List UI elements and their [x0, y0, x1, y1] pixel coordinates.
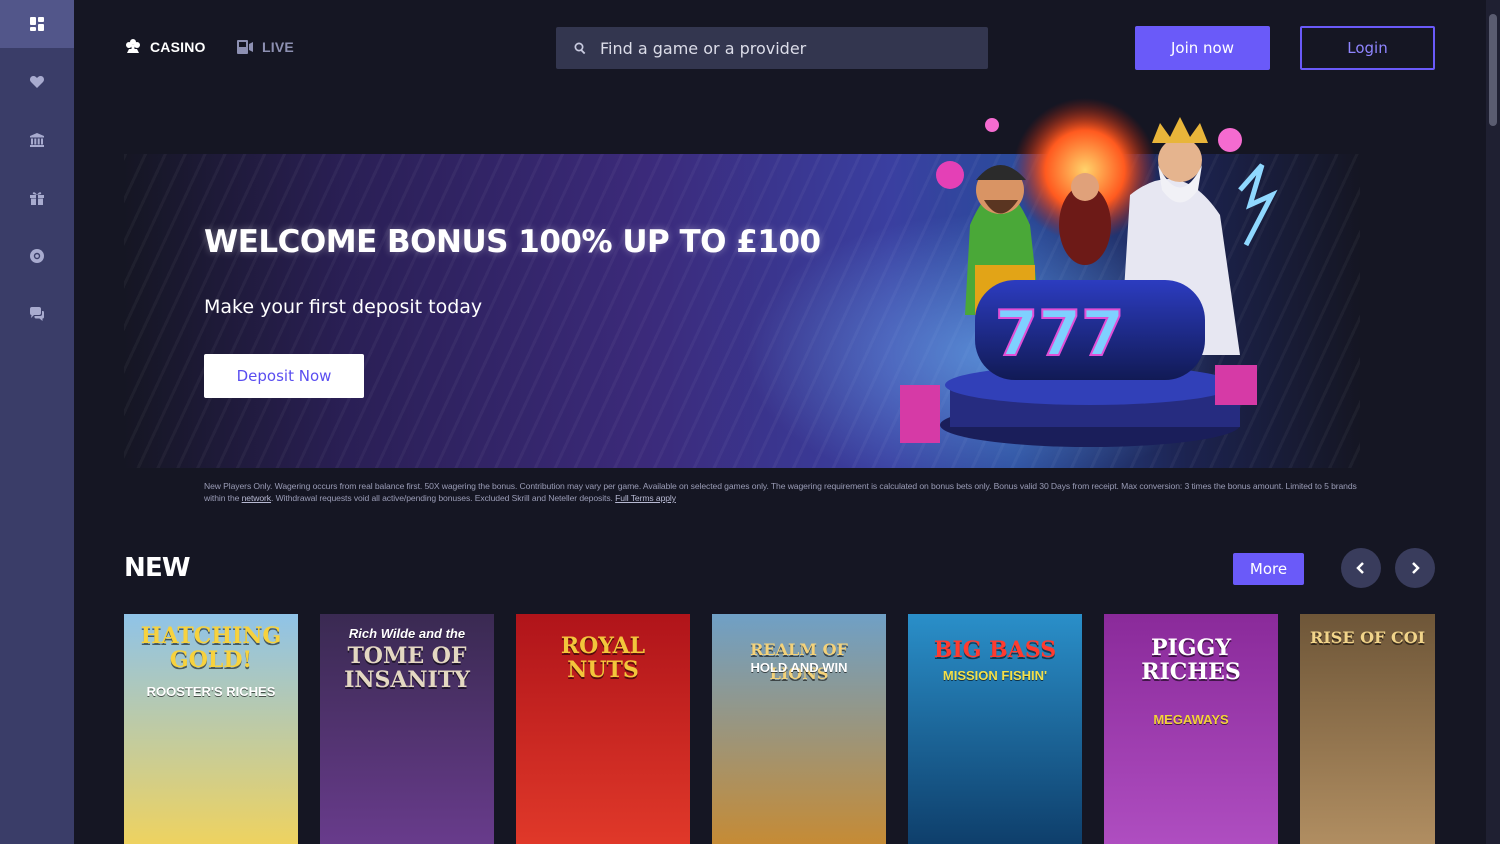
bonus-terms: New Players Only. Wagering occurs from r… [204, 480, 1374, 504]
game-subtitle: MEGAWAYS [1153, 712, 1229, 727]
game-tile[interactable]: BIG BASS MISSION FISHIN' [908, 614, 1082, 844]
sidebar-item-chat[interactable] [0, 285, 74, 343]
tab-live-label: LIVE [262, 39, 294, 55]
bank-icon [30, 133, 44, 147]
hero-illustration: 777 [900, 98, 1278, 447]
svg-text:777: 777 [995, 297, 1124, 370]
login-button[interactable]: Login [1300, 26, 1435, 70]
network-link[interactable]: network [242, 493, 272, 503]
game-tile[interactable]: Rich Wilde and the TOME OF INSANITY [320, 614, 494, 844]
game-title: TOME OF INSANITY [344, 643, 470, 693]
game-tile[interactable]: PIGGY RICHES MEGAWAYS [1104, 614, 1278, 844]
carousel-prev-button[interactable] [1341, 548, 1381, 588]
gift-icon [30, 192, 44, 205]
chevron-right-icon [1412, 562, 1420, 574]
carousel-next-button[interactable] [1395, 548, 1435, 588]
sidebar-item-promotions[interactable] [0, 169, 74, 227]
banner-subtitle: Make your first deposit today [204, 296, 483, 318]
game-title: RISE OF COI [1310, 628, 1426, 647]
search-bar[interactable] [556, 27, 988, 69]
cards-icon [126, 39, 140, 53]
scrollbar-thumb[interactable] [1489, 14, 1497, 126]
more-button[interactable]: More [1233, 553, 1304, 585]
search-icon [574, 42, 586, 54]
game-tile[interactable]: RISE OF COI [1300, 614, 1435, 844]
game-tile[interactable]: HATCHING GOLD! ROOSTER'S RICHES [124, 614, 298, 844]
section-title-new: NEW [124, 553, 191, 583]
game-tile[interactable]: ROYAL NUTS [516, 614, 690, 844]
game-subtitle: ROOSTER'S RICHES [146, 684, 276, 699]
full-terms-link[interactable]: Full Terms apply [615, 493, 676, 503]
chevron-left-icon [1356, 562, 1364, 574]
tab-casino[interactable]: CASINO [124, 38, 206, 56]
game-subtitle: Rich Wilde and the [348, 626, 466, 641]
game-title: PIGGY RICHES [1141, 635, 1241, 685]
tab-live[interactable]: LIVE [236, 38, 294, 56]
heart-icon [29, 76, 45, 88]
game-title: BIG BASS [933, 637, 1057, 663]
search-input[interactable] [600, 38, 960, 58]
game-subtitle: MISSION FISHIN' [942, 668, 1048, 683]
sidebar-item-favourites[interactable] [0, 53, 74, 111]
sidebar-item-support[interactable] [0, 227, 74, 285]
game-title: HATCHING GOLD! [140, 623, 282, 673]
sidebar-item-bank[interactable] [0, 111, 74, 169]
game-subtitle: HOLD AND WIN [750, 660, 848, 675]
page-scrollbar[interactable] [1486, 0, 1500, 844]
tab-casino-label: CASINO [150, 39, 206, 55]
grid-icon [30, 17, 44, 31]
live-icon [237, 40, 253, 54]
game-tile[interactable]: REALM OF LIONS HOLD AND WIN [712, 614, 886, 844]
join-now-button[interactable]: Join now [1135, 26, 1270, 70]
deposit-now-button[interactable]: Deposit Now [204, 354, 364, 398]
sidebar [0, 0, 74, 844]
sidebar-item-home[interactable] [0, 0, 74, 48]
new-games-carousel: HATCHING GOLD! ROOSTER'S RICHES Rich Wil… [124, 614, 1435, 844]
game-title: ROYAL NUTS [560, 633, 646, 683]
chat-icon [30, 307, 44, 321]
lifebuoy-icon [30, 249, 44, 263]
terms-text-2: . Withdrawal requests void all active/pe… [271, 493, 613, 503]
banner-title: WELCOME BONUS 100% UP TO £100 [204, 224, 821, 260]
